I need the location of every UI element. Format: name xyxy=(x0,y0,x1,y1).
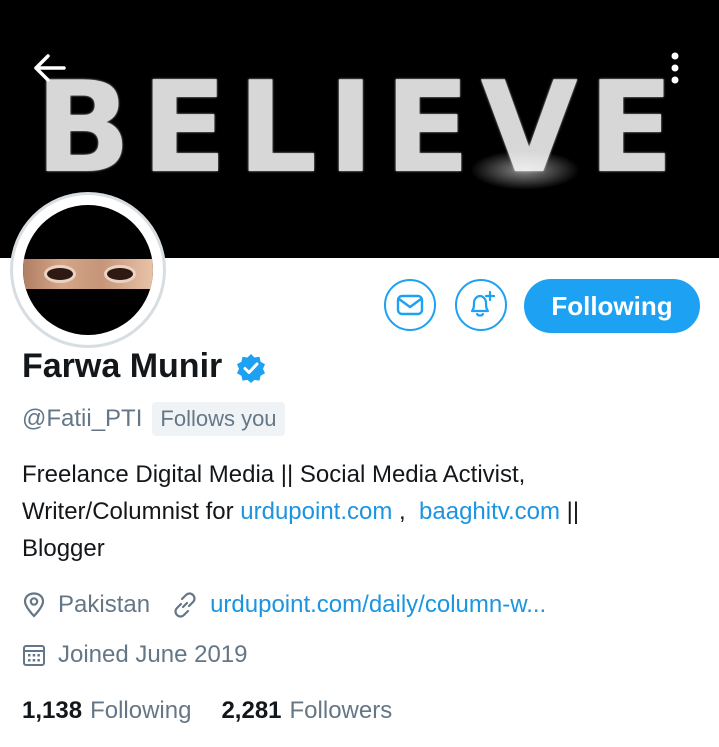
arrow-left-icon xyxy=(34,54,66,82)
following-stat[interactable]: 1,138 Following xyxy=(22,697,191,725)
bio-text: Writer/Columnist for xyxy=(22,498,241,525)
banner-image-text: BELIEVE xyxy=(35,54,684,201)
back-button[interactable] xyxy=(22,44,76,92)
follow-stats: 1,138 Following 2,281 Followers xyxy=(22,697,392,725)
handle-row: @Fatii_PTI Follows you xyxy=(22,402,285,436)
profile-handle: @Fatii_PTI xyxy=(22,405,143,432)
bio-separator: , xyxy=(392,498,420,525)
message-button[interactable] xyxy=(384,279,436,331)
calendar-icon xyxy=(23,645,45,666)
followers-count: 2,281 xyxy=(221,697,282,724)
joined-row: Joined June 2019 xyxy=(22,641,248,669)
profile-bio: Freelance Digital Media || Social Media … xyxy=(22,456,702,567)
follows-you-badge: Follows you xyxy=(152,402,285,436)
following-button[interactable]: Following xyxy=(524,279,700,333)
more-vertical-icon xyxy=(671,52,679,84)
bio-line-1: Freelance Digital Media || Social Media … xyxy=(22,461,526,488)
notifications-button[interactable] xyxy=(455,279,507,331)
profile-website-link[interactable]: urdupoint.com/daily/column-w... xyxy=(210,591,546,619)
profile-location: Pakistan xyxy=(58,591,151,618)
link-icon xyxy=(174,592,196,618)
location-pin-icon xyxy=(23,592,45,618)
following-count: 1,138 xyxy=(22,697,83,724)
avatar-image xyxy=(23,205,153,335)
profile-name: Farwa Munir xyxy=(22,347,266,386)
followers-stat[interactable]: 2,281 Followers xyxy=(221,697,392,725)
profile-joined-date: Joined June 2019 xyxy=(58,641,248,668)
bio-link-baaghitv[interactable]: baaghitv.com xyxy=(419,498,560,525)
banner-glow xyxy=(470,150,580,190)
avatar-eyes-band xyxy=(23,259,153,289)
bio-line-2: Writer/Columnist for urdupoint.com , baa… xyxy=(22,493,702,530)
profile-name-text: Farwa Munir xyxy=(22,347,223,385)
following-button-label: Following xyxy=(551,290,673,321)
bio-line-3: Blogger xyxy=(22,535,105,562)
following-label: Following xyxy=(90,697,192,724)
followers-label: Followers xyxy=(289,697,393,724)
location-and-website-row: Pakistan urdupoint.com/daily/column-w... xyxy=(22,591,546,619)
bell-plus-icon xyxy=(470,290,496,317)
verified-badge-icon xyxy=(237,353,266,383)
more-options-button[interactable] xyxy=(648,44,702,92)
bio-link-urdupoint[interactable]: urdupoint.com xyxy=(240,498,392,525)
profile-avatar[interactable] xyxy=(13,195,163,345)
bio-text-suffix: || xyxy=(560,498,580,525)
mail-icon xyxy=(396,294,424,316)
